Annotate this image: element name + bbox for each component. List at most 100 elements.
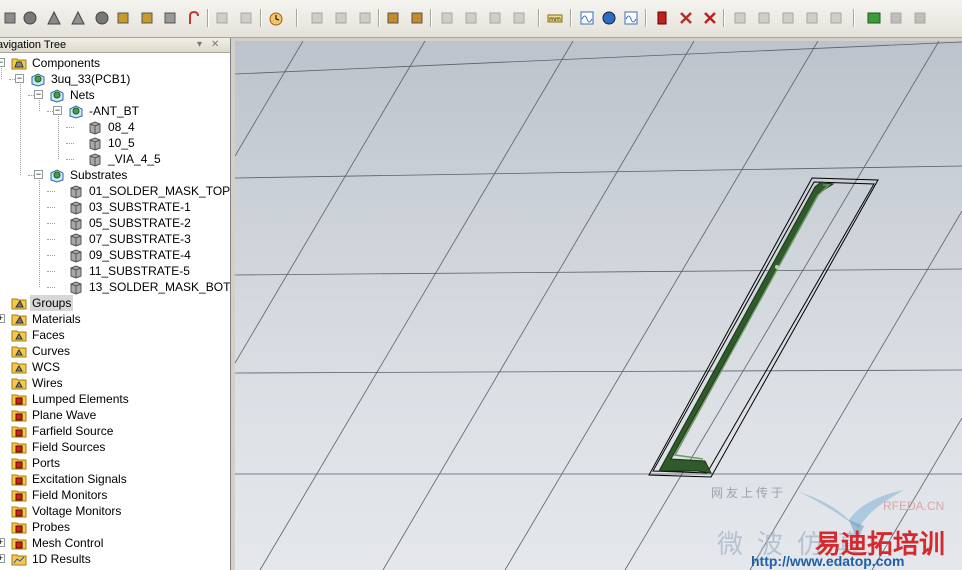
3d-viewport[interactable]: 网友上传于 RFEDA.CN 微波仿真 易迪拓培训 http://www.eda… xyxy=(235,41,962,570)
toolbar-separator xyxy=(378,9,380,27)
tree-connector xyxy=(39,180,40,287)
wcs-local-button[interactable] xyxy=(437,8,457,28)
expand-icon[interactable]: + xyxy=(0,554,5,563)
tree-node[interactable]: Curves xyxy=(0,343,230,359)
folder-signal-icon xyxy=(11,471,27,487)
parameter-sweep-button[interactable] xyxy=(886,8,906,28)
tree-node[interactable]: Voltage Monitors xyxy=(0,503,230,519)
tree-node[interactable]: Lumped Elements xyxy=(0,391,230,407)
frequency-button[interactable] xyxy=(577,8,597,28)
tree-node[interactable]: 10_5 xyxy=(0,135,230,151)
tree-node[interactable]: Excitation Signals xyxy=(0,471,230,487)
folder-group-icon xyxy=(11,295,27,311)
tree-node[interactable]: Field Sources xyxy=(0,439,230,455)
boundary-button[interactable] xyxy=(621,8,641,28)
tree-node[interactable]: − Nets xyxy=(0,87,230,103)
brick-button[interactable] xyxy=(0,8,20,28)
mesh-global-button[interactable] xyxy=(802,8,822,28)
tree-node-label: Groups xyxy=(30,295,74,311)
tree-node[interactable]: 08_4 xyxy=(0,119,230,135)
pyramid-icon xyxy=(71,10,85,25)
discrete-port-icon xyxy=(680,12,692,24)
tree-node-label: Field Monitors xyxy=(32,488,108,502)
background-button[interactable] xyxy=(599,8,619,28)
tree-node[interactable]: Farfield Source xyxy=(0,423,230,439)
wcs-move-button[interactable] xyxy=(461,8,481,28)
wcs-align-button[interactable] xyxy=(509,8,529,28)
tree-node-label: Lumped Elements xyxy=(32,392,129,406)
panel-close-icon[interactable]: ✕ xyxy=(211,38,219,52)
mirror-button[interactable] xyxy=(355,8,375,28)
tree-node[interactable]: 05_SUBSTRATE-2 xyxy=(0,215,230,231)
wcs-rotate-button[interactable] xyxy=(485,8,505,28)
tree-node[interactable]: WCS xyxy=(0,359,230,375)
collapse-icon[interactable]: − xyxy=(53,106,62,115)
tree-node[interactable]: − 3uq_33(PCB1) xyxy=(0,71,230,87)
tree-node[interactable]: Plane Wave xyxy=(0,407,230,423)
tree-node[interactable]: Groups xyxy=(0,295,230,311)
discrete-port-button[interactable] xyxy=(676,8,696,28)
antenna-trace[interactable] xyxy=(658,181,835,474)
mesh-view-button[interactable] xyxy=(730,8,750,28)
pick-point-button[interactable] xyxy=(383,8,403,28)
pyramid-button[interactable] xyxy=(68,8,88,28)
tree-node[interactable]: 01_SOLDER_MASK_TOP xyxy=(0,183,230,199)
boolean-add-icon xyxy=(216,12,228,24)
port-button[interactable] xyxy=(652,8,672,28)
history-button[interactable] xyxy=(266,8,286,28)
panel-menu-icon[interactable]: ▾ xyxy=(197,38,202,52)
sphere-button[interactable] xyxy=(20,8,40,28)
loft-button[interactable] xyxy=(160,8,180,28)
tree-connector xyxy=(58,116,59,159)
tree-node[interactable]: Probes xyxy=(0,519,230,535)
expand-icon[interactable]: + xyxy=(0,314,5,323)
tree-node[interactable]: 13_SOLDER_MASK_BOTTOM xyxy=(0,279,230,295)
mesh-refine-button[interactable] xyxy=(778,8,798,28)
tree-node[interactable]: − Components xyxy=(0,55,230,71)
solid-icon xyxy=(68,247,84,263)
mesh-local-icon xyxy=(830,12,842,24)
tree-node[interactable]: 09_SUBSTRATE-4 xyxy=(0,247,230,263)
collapse-icon[interactable]: − xyxy=(34,90,43,99)
collapse-icon[interactable]: − xyxy=(34,170,43,179)
extrude-button[interactable] xyxy=(113,8,133,28)
boolean-subtract-button[interactable] xyxy=(236,8,256,28)
tree-node[interactable]: Field Monitors xyxy=(0,487,230,503)
mesh-local-button[interactable] xyxy=(826,8,846,28)
tree-node[interactable]: Ports xyxy=(0,455,230,471)
probe-button[interactable] xyxy=(700,8,720,28)
tree-node-label: 13_SOLDER_MASK_BOTTOM xyxy=(89,280,230,294)
bond-wire-button[interactable] xyxy=(184,8,204,28)
tree-node[interactable]: Faces xyxy=(0,327,230,343)
tree-node[interactable]: Wires xyxy=(0,375,230,391)
units-button[interactable]: mm xyxy=(545,8,565,28)
mesh-props-button[interactable] xyxy=(754,8,774,28)
tree-node[interactable]: − -ANT_BT xyxy=(0,103,230,119)
optimizer-button[interactable] xyxy=(910,8,930,28)
tree-node[interactable]: 03_SUBSTRATE-1 xyxy=(0,199,230,215)
tree-node[interactable]: +1D Results xyxy=(0,551,230,567)
torus-button[interactable] xyxy=(92,8,112,28)
solver-button[interactable] xyxy=(864,8,884,28)
tree-node-label: Wires xyxy=(32,376,63,390)
toolbar-separator xyxy=(538,9,540,27)
cone-button[interactable] xyxy=(44,8,64,28)
tree-node[interactable]: _VIA_4_5 xyxy=(0,151,230,167)
collapse-icon[interactable]: − xyxy=(0,58,5,67)
folder-voltage-icon xyxy=(11,503,27,519)
tree-node-label: WCS xyxy=(32,360,60,374)
tree-node[interactable]: 07_SUBSTRATE-3 xyxy=(0,231,230,247)
collapse-icon[interactable]: − xyxy=(15,74,24,83)
wcs-align-icon xyxy=(513,12,525,24)
expand-icon[interactable]: + xyxy=(0,538,5,547)
align-button[interactable] xyxy=(331,8,351,28)
tree-node[interactable]: + Mesh Control xyxy=(0,535,230,551)
pick-edge-button[interactable] xyxy=(407,8,427,28)
boolean-add-button[interactable] xyxy=(212,8,232,28)
tree-node[interactable]: 11_SUBSTRATE-5 xyxy=(0,263,230,279)
rotate-button[interactable] xyxy=(137,8,157,28)
tree-node[interactable]: − Substrates xyxy=(0,167,230,183)
cone-icon xyxy=(47,10,61,25)
tree-node[interactable]: + Materials xyxy=(0,311,230,327)
transform-button[interactable] xyxy=(307,8,327,28)
